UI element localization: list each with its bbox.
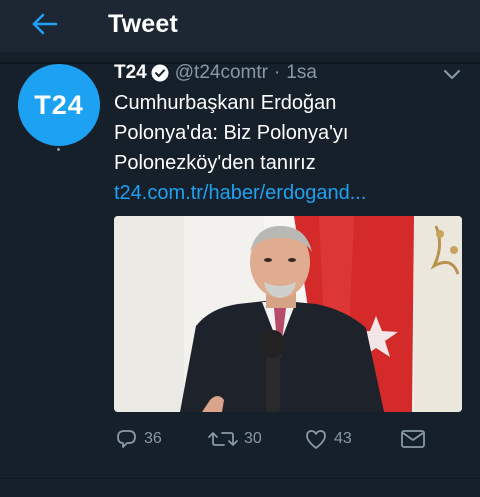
tweet-text: Cumhurbaşkanı Erdoğan Polonya'da: Biz Po… xyxy=(114,88,444,208)
author-handle[interactable]: @t24comtr xyxy=(175,62,268,84)
tweet-media-image[interactable] xyxy=(114,216,462,412)
verified-icon xyxy=(151,64,169,82)
thread-dot xyxy=(57,148,60,151)
top-bar: Tweet xyxy=(0,0,480,52)
like-count: 43 xyxy=(334,430,352,447)
share-icon xyxy=(401,430,425,448)
reply-icon xyxy=(117,430,136,448)
like-button[interactable]: 43 xyxy=(304,428,352,450)
avatar[interactable]: T24 xyxy=(18,64,100,146)
share-button[interactable] xyxy=(400,428,432,450)
like-icon xyxy=(306,430,326,449)
tweet-text-line: Polonya'da: Biz Polonya'yı xyxy=(114,122,349,144)
bottom-divider xyxy=(0,478,480,479)
retweet-icon xyxy=(208,432,238,446)
back-button[interactable] xyxy=(24,8,64,40)
page-title: Tweet xyxy=(108,10,178,38)
meta-separator: · xyxy=(273,62,281,83)
tweet-actions: 36 30 43 xyxy=(114,428,464,458)
tweet-text-line: Polonezköy'den tanırız xyxy=(114,152,316,174)
reply-count: 36 xyxy=(144,430,162,447)
chevron-down-icon xyxy=(444,70,460,79)
avatar-text: T24 xyxy=(34,89,84,120)
back-arrow-icon xyxy=(32,13,58,35)
reply-button[interactable]: 36 xyxy=(114,428,162,450)
tweet-link[interactable]: t24.com.tr/haber/erdogand... xyxy=(114,178,444,208)
retweet-button[interactable]: 30 xyxy=(208,428,262,450)
photo-illustration xyxy=(114,216,462,412)
tweet-meta: T24 @t24comtr · 1sa xyxy=(114,60,317,86)
more-options-button[interactable] xyxy=(440,64,464,84)
tweet-time: 1sa xyxy=(286,62,317,83)
tweet-text-line: Cumhurbaşkanı Erdoğan xyxy=(114,92,337,114)
author-name[interactable]: T24 xyxy=(114,62,147,84)
retweet-count: 30 xyxy=(244,430,262,447)
